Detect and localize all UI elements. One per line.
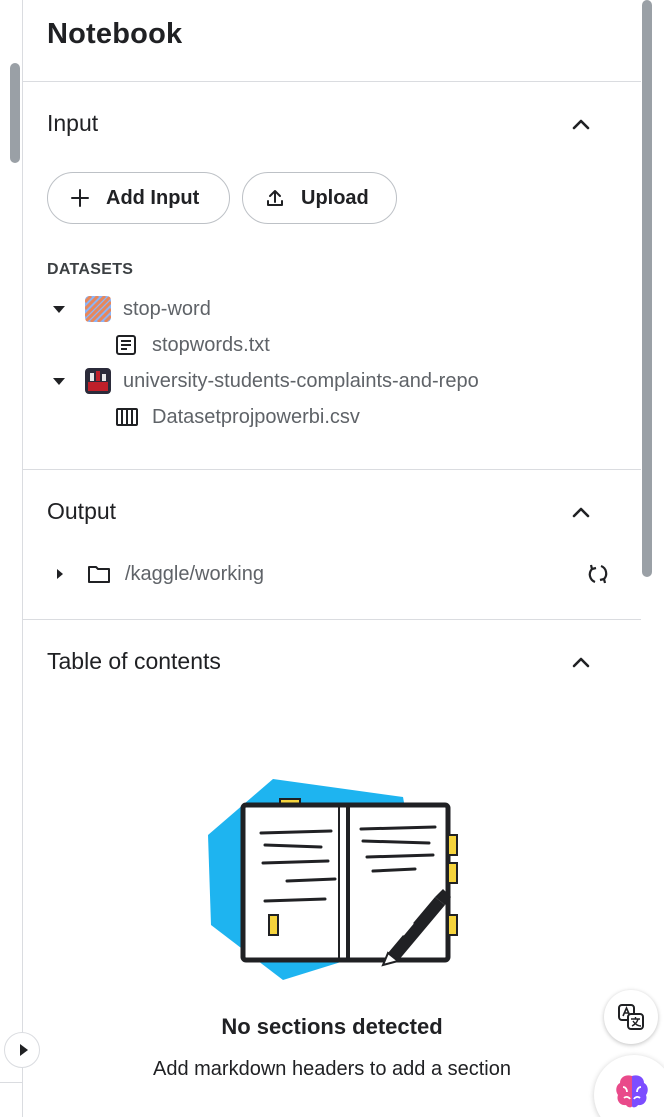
table-file-icon (116, 408, 138, 426)
divider (23, 81, 641, 82)
divider (23, 469, 641, 470)
upload-label: Upload (301, 186, 369, 209)
caret-down-icon[interactable] (53, 305, 65, 313)
notebook-panel: Notebook Input Add Input Upload DATASETS… (23, 0, 641, 1117)
dataset-name: stop-word (123, 297, 211, 320)
left-scrollbar-thumb[interactable] (10, 63, 20, 163)
chevron-up-icon[interactable] (569, 500, 593, 524)
dataset-row[interactable]: stop-word (53, 294, 211, 324)
right-scrollbar-thumb[interactable] (642, 0, 652, 577)
upload-button[interactable]: Upload (242, 172, 397, 224)
empty-state-title: No sections detected (221, 1014, 443, 1039)
folder-icon (88, 566, 110, 583)
caret-right-icon (19, 1044, 28, 1056)
brain-icon (616, 1075, 648, 1108)
output-section-heading: Output (47, 498, 117, 524)
dataset-name: university-students-complaints-and-repo (123, 369, 479, 392)
plus-icon (71, 189, 89, 207)
caret-right-icon[interactable] (57, 569, 63, 579)
expand-sidebar-button[interactable] (4, 1032, 40, 1068)
file-name: stopwords.txt (152, 333, 270, 356)
output-path: /kaggle/working (125, 562, 264, 585)
datasets-label: DATASETS (47, 261, 134, 278)
file-row[interactable]: stopwords.txt (115, 330, 270, 360)
output-folder-row[interactable]: /kaggle/working (57, 559, 264, 589)
add-input-button[interactable]: Add Input (47, 172, 230, 224)
text-file-icon (116, 335, 136, 355)
chevron-up-icon[interactable] (569, 650, 593, 674)
dataset-thumbnail-icon (85, 368, 111, 394)
file-row[interactable]: Datasetprojpowerbi.csv (115, 402, 360, 432)
empty-state-subtitle: Add markdown headers to add a section (153, 1058, 511, 1080)
refresh-icon[interactable] (586, 562, 610, 586)
left-rail (0, 0, 23, 1117)
file-name: Datasetprojpowerbi.csv (152, 405, 360, 428)
translate-icon (618, 1004, 644, 1030)
divider (23, 619, 641, 620)
empty-notebook-illustration (208, 779, 458, 980)
dataset-row[interactable]: university-students-complaints-and-repo (53, 366, 531, 396)
translate-button[interactable] (604, 990, 658, 1044)
toc-section-heading: Table of contents (47, 648, 221, 674)
dataset-thumbnail-icon (85, 296, 111, 322)
chevron-up-icon[interactable] (569, 112, 593, 136)
upload-icon (267, 190, 283, 206)
left-rail-divider (0, 1082, 23, 1083)
add-input-label: Add Input (106, 186, 200, 209)
input-section-heading: Input (47, 110, 99, 136)
caret-down-icon[interactable] (53, 377, 65, 385)
right-scrollbar (641, 0, 664, 1117)
panel-title: Notebook (47, 18, 183, 50)
